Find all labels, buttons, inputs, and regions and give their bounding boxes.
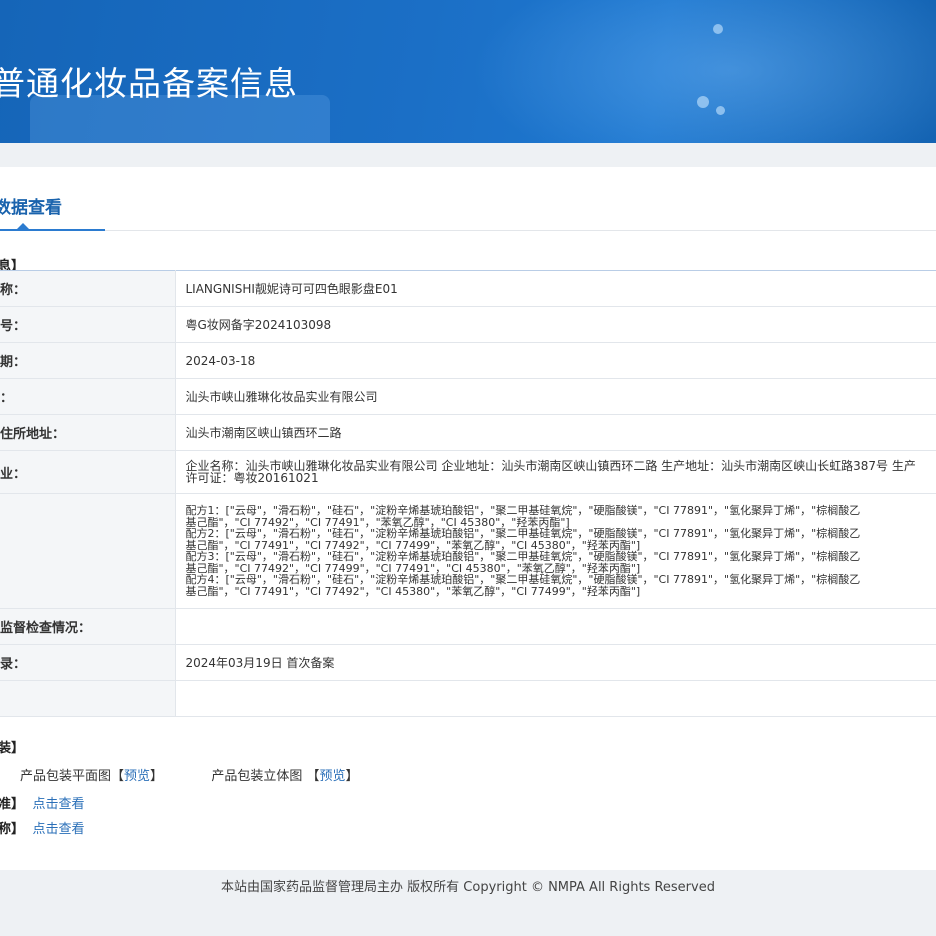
formula-line: 配方4：["云母"，"滑石粉"，"硅石"，"淀粉辛烯基琥珀酸铝"，"聚二甲基硅氧… [185, 573, 861, 586]
table-row: 业： 企业名称：汕头市峡山雅琳化妆品实业有限公司 企业地址：汕头市潮南区峡山镇西… [0, 450, 936, 494]
standard-view-link[interactable]: 点击查看 [33, 797, 85, 812]
bracket: 【 [111, 769, 125, 784]
row-label: 业： [0, 450, 176, 494]
packaging-row: 产品包装平面图【预览】 产品包装立体图 【预览】 [20, 765, 359, 784]
row-label: 期： [0, 342, 176, 379]
footer: 本站由国家药品监督管理局主办 版权所有 Copyright © NMPA All… [0, 870, 936, 936]
packaging-heading: 装】 [0, 741, 25, 756]
table-row [0, 680, 936, 717]
formula-line: 配方2：["云母"，"滑石粉"，"硅石"，"淀粉辛烯基琥珀酸铝"，"聚二甲基硅氧… [185, 527, 861, 540]
flat-preview-link[interactable]: 预览 [124, 769, 150, 784]
tab-active-indicator [0, 229, 105, 231]
formula-line: 配方1：["云母"，"滑石粉"，"硅石"，"淀粉辛烯基琥珀酸铝"，"聚二甲基硅氧… [185, 504, 861, 517]
banner-dot [697, 96, 709, 108]
row-label: 住所地址： [0, 414, 176, 451]
solid-preview-link[interactable]: 预览 [320, 769, 346, 784]
flat-package-label: 产品包装平面图 [20, 769, 112, 784]
row-label [0, 493, 176, 609]
manufacturer-value: 企业名称：汕头市峡山雅琳化妆品实业有限公司 企业地址：汕头市潮南区峡山镇西环二路… [175, 450, 936, 494]
table-row: 号： 粤G妆网备字2024103098 [0, 306, 936, 343]
row-label: 录： [0, 644, 176, 681]
table-row: ： 汕头市峡山雅琳化妆品实业有限公司 [0, 378, 936, 415]
name-explain-heading: 称】 点击查看 [0, 818, 85, 837]
row-label: 号： [0, 306, 176, 343]
solid-package-label: 产品包装立体图 [211, 769, 303, 784]
row-label [0, 680, 176, 717]
formula-line: 配方3：["云母"，"滑石粉"，"硅石"，"淀粉辛烯基琥珀酸铝"，"聚二甲基硅氧… [185, 550, 861, 563]
bracket: 】 [345, 769, 359, 784]
standard-label: 准】 [0, 797, 25, 812]
registrant-value: 汕头市峡山雅琳化妆品实业有限公司 [175, 378, 936, 415]
name-explain-label: 称】 [0, 822, 25, 837]
banner-dot [713, 24, 723, 34]
copyright-text: 本站由国家药品监督管理局主办 版权所有 Copyright © NMPA All… [221, 880, 715, 895]
page-title: 普通化妆品备案信息 [0, 64, 298, 103]
table-row: 监督检查情况： [0, 608, 936, 645]
table-row: 称： LIANGNISHI靓妮诗可可四色眼影盘E01 [0, 270, 936, 307]
tab-bar: 数据查看 [0, 167, 936, 231]
banner-glow [470, 0, 936, 143]
table-row: 录： 2024年03月19日 首次备案 [0, 644, 936, 681]
header-banner: 普通化妆品备案信息 [0, 0, 936, 143]
product-name-value: LIANGNISHI靓妮诗可可四色眼影盘E01 [175, 270, 936, 307]
record-number-value: 粤G妆网备字2024103098 [175, 306, 936, 343]
content-card: 数据查看 息】 称： LIANGNISHI靓妮诗可可四色眼影盘E01 号： 粤G… [0, 167, 936, 870]
row-label: 称： [0, 270, 176, 307]
row-label: 监督检查情况： [0, 608, 176, 645]
empty-value [175, 680, 936, 717]
formula-line: 基己酯"，"CI 77491"，"CI 77492"，"CI 45380"，"苯… [185, 584, 641, 598]
standard-heading: 准】 点击查看 [0, 793, 85, 812]
inspection-value [175, 608, 936, 645]
table-row: 期： 2024-03-18 [0, 342, 936, 379]
table-row: 配方1：["云母"，"滑石粉"，"硅石"，"淀粉辛烯基琥珀酸铝"，"聚二甲基硅氧… [0, 493, 936, 609]
bracket: 【 [302, 769, 320, 784]
registrant-address-value: 汕头市潮南区峡山镇西环二路 [175, 414, 936, 451]
formula-value: 配方1：["云母"，"滑石粉"，"硅石"，"淀粉辛烯基琥珀酸铝"，"聚二甲基硅氧… [175, 493, 936, 609]
bracket: 】 [150, 769, 164, 784]
change-log-value: 2024年03月19日 首次备案 [175, 644, 936, 681]
table-row: 住所地址： 汕头市潮南区峡山镇西环二路 [0, 414, 936, 451]
record-date-value: 2024-03-18 [175, 342, 936, 379]
record-info-table: 称： LIANGNISHI靓妮诗可可四色眼影盘E01 号： 粤G妆网备字2024… [0, 270, 936, 717]
tab-data-view[interactable]: 数据查看 [0, 193, 62, 218]
row-label: ： [0, 378, 176, 415]
tab-caret-icon [17, 223, 29, 229]
banner-dot [716, 106, 725, 115]
name-explain-view-link[interactable]: 点击查看 [33, 822, 85, 837]
